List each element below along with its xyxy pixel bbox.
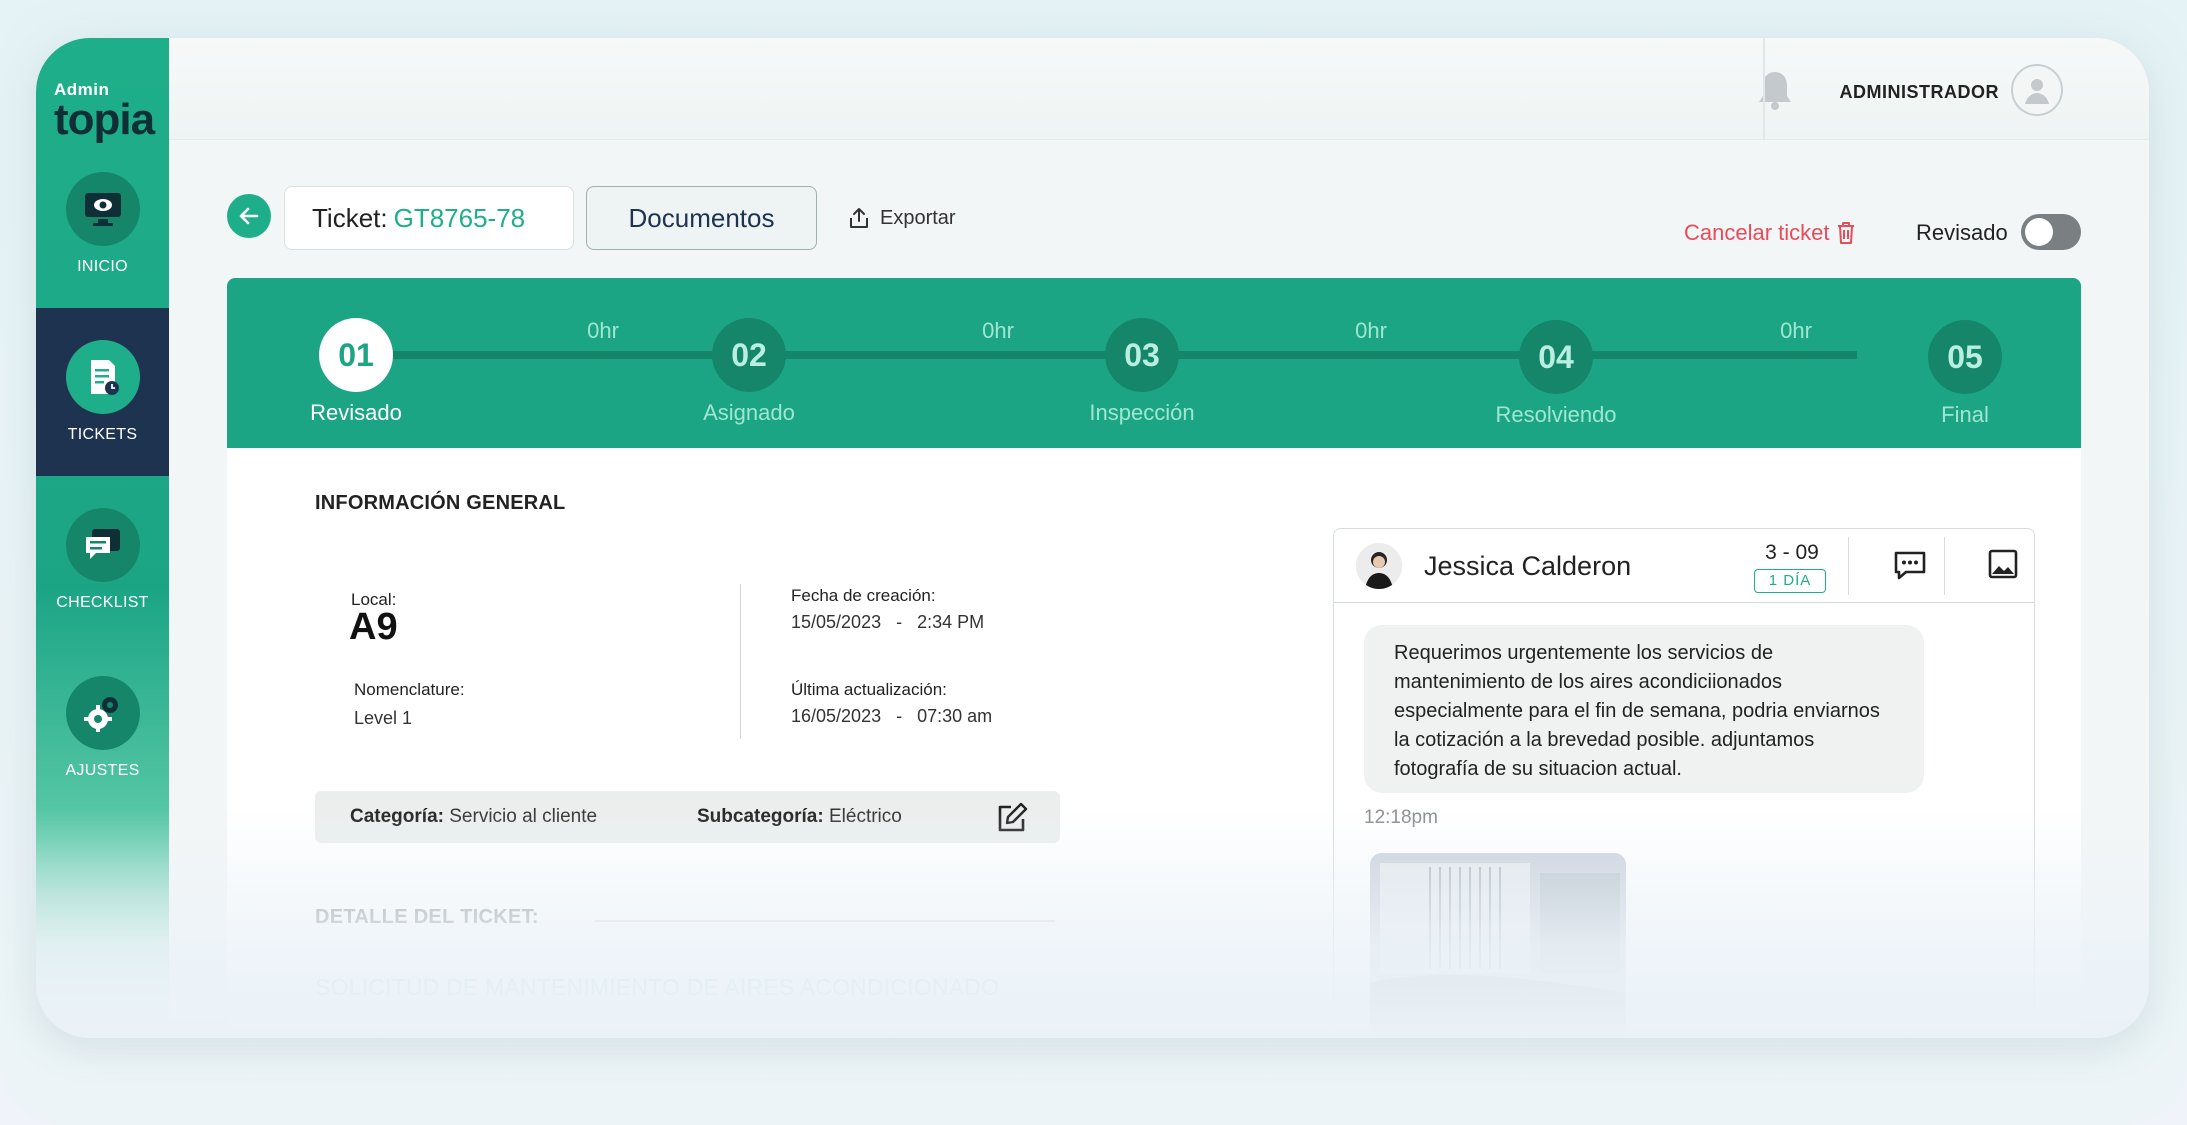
export-label: Exportar <box>880 206 956 229</box>
subcategory-field: Subcategoría: Eléctrico <box>697 806 902 828</box>
subcategory-value: Eléctrico <box>828 806 902 827</box>
gear-icon <box>65 676 140 750</box>
info-divider <box>740 584 741 739</box>
sidebar-item-label: CHECKLIST <box>56 594 149 611</box>
nomenclature-label: Nomenclature: <box>354 680 465 699</box>
edit-icon[interactable] <box>995 801 1029 835</box>
step-duration: 0hr <box>1780 318 1812 343</box>
header-separator <box>1944 537 1945 595</box>
header-separator <box>1848 537 1849 595</box>
category-label: Categoría: <box>350 806 444 827</box>
category-field: Categoría: Servicio al cliente <box>350 806 597 828</box>
user-avatar-icon[interactable] <box>2011 64 2063 116</box>
step-label: Resolviendo <box>1495 402 1617 427</box>
contact-avatar <box>1356 543 1402 589</box>
app-window: Admin topia INICIO TICKETS CHECKLIST AJU… <box>36 38 2149 1038</box>
export-button[interactable]: Exportar <box>848 206 956 230</box>
ticket-id-box: Ticket: GT8765-78 <box>284 186 574 250</box>
chat-panel: Jessica Calderon 3 - 09 1 DÍA Requerimos… <box>1333 528 2035 1038</box>
image-icon[interactable] <box>1986 547 2026 587</box>
step-label: Revisado <box>310 400 402 425</box>
monitor-icon <box>65 172 140 246</box>
reviewed-label: Revisado <box>1916 220 2008 245</box>
reviewed-toggle[interactable] <box>2021 214 2081 250</box>
subcategory-label: Subcategoría: <box>697 806 824 827</box>
created-label: Fecha de creación: <box>791 586 936 605</box>
step-duration: 0hr <box>587 318 619 343</box>
step-label: Asignado <box>703 400 795 425</box>
back-button[interactable] <box>227 194 271 238</box>
ticket-code: GT8765-78 <box>393 202 526 233</box>
bell-icon[interactable] <box>1755 68 1799 112</box>
ticket-card: 01 02 03 04 05 Revisado Asignado Inspecc… <box>227 278 2081 1038</box>
cancel-ticket-label: Cancelar ticket <box>1684 220 1830 245</box>
sidebar-item-checklist[interactable]: CHECKLIST <box>36 476 169 644</box>
local-value: A9 <box>349 606 398 648</box>
general-info-title: INFORMACIÓN GENERAL <box>315 492 566 514</box>
created-value: 15/05/2023 - 2:34 PM <box>791 612 985 632</box>
sidebar: Admin topia INICIO TICKETS CHECKLIST AJU… <box>36 38 169 1038</box>
sidebar-item-inicio[interactable]: INICIO <box>36 140 169 308</box>
progress-stepper: 01 02 03 04 05 Revisado Asignado Inspecc… <box>227 278 2081 448</box>
step-label: Final <box>1941 402 1989 427</box>
elapsed-badge: 1 DÍA <box>1754 569 1826 593</box>
sidebar-item-label: TICKETS <box>67 426 138 443</box>
chat-message: Requerimos urgentemente los servicios de… <box>1364 625 1924 793</box>
logo-text: topia <box>54 95 155 144</box>
step-circle[interactable]: 05 <box>1928 320 2002 394</box>
chat-bubble-icon[interactable] <box>1892 547 1932 587</box>
step-duration: 0hr <box>982 318 1014 343</box>
updated-label: Última actualización: <box>791 680 947 699</box>
share-icon <box>850 208 868 228</box>
ticket-prefix: Ticket: <box>312 202 388 233</box>
checklist-icon <box>65 508 140 582</box>
attached-photo[interactable] <box>1370 853 1626 1038</box>
step-circle[interactable]: 03 <box>1105 318 1179 392</box>
topbar-divider <box>1763 38 1765 140</box>
category-bar: Categoría: Servicio al cliente Subcatego… <box>315 791 1060 843</box>
ticket-icon <box>65 340 140 414</box>
step-duration: 0hr <box>1355 318 1387 343</box>
contact-name: Jessica Calderon <box>1424 551 1632 581</box>
sidebar-item-tickets[interactable]: TICKETS <box>36 308 169 476</box>
step-circle[interactable]: 04 <box>1519 320 1593 394</box>
logo: Admin topia <box>54 80 155 142</box>
documents-button[interactable]: Documentos <box>586 186 817 250</box>
sidebar-item-label: INICIO <box>77 258 128 275</box>
trash-icon <box>1837 222 1854 244</box>
user-name[interactable]: ADMINISTRADOR <box>1840 82 2000 103</box>
message-time: 12:18pm <box>1364 807 1438 828</box>
arrow-left-icon <box>239 207 259 225</box>
sidebar-item-ajustes[interactable]: AJUSTES <box>36 644 169 812</box>
chat-header: Jessica Calderon 3 - 09 1 DÍA <box>1334 529 2034 603</box>
chat-date: 3 - 09 <box>1765 541 1819 564</box>
step-label: Inspección <box>1089 400 1195 425</box>
ticket-detail-title: DETALLE DEL TICKET: <box>315 906 539 928</box>
detail-divider <box>595 920 1055 922</box>
sidebar-item-label: AJUSTES <box>65 762 140 779</box>
updated-value: 16/05/2023 - 07:30 am <box>791 706 993 726</box>
nomenclature-value: Level 1 <box>354 708 413 728</box>
ticket-subject: SOLICITUD DE MANTENIMIENTO DE AIRES ACON… <box>315 974 1000 1000</box>
category-value: Servicio al cliente <box>449 806 598 827</box>
step-circle[interactable]: 02 <box>712 318 786 392</box>
cancel-ticket-button[interactable]: Cancelar ticket <box>1684 220 1856 246</box>
step-circle[interactable]: 01 <box>319 318 393 392</box>
topbar: ADMINISTRADOR <box>169 38 2149 140</box>
